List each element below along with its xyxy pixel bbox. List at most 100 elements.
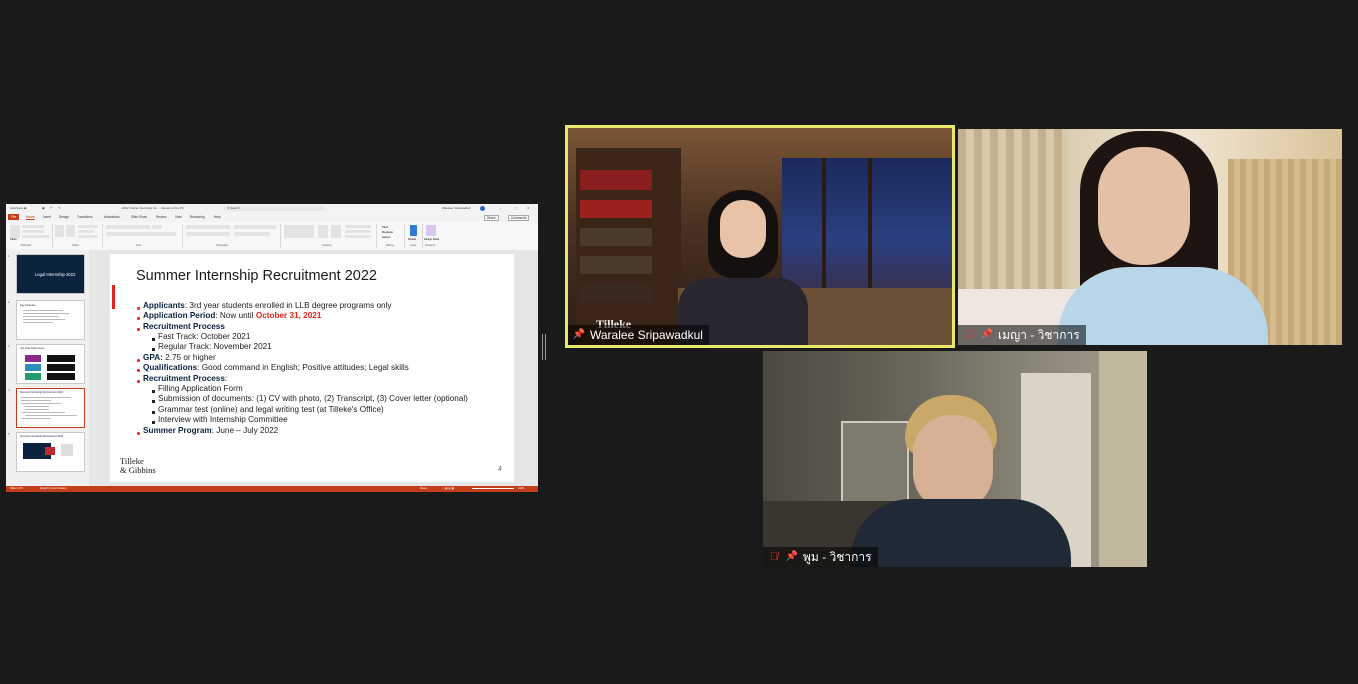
participant-name: พูม - วิชาการ	[803, 550, 872, 564]
paste-button[interactable]	[10, 225, 20, 238]
copy-button[interactable]	[22, 230, 44, 233]
save-icon[interactable]: ▣	[42, 206, 45, 210]
tab-home[interactable]: Home	[26, 215, 35, 219]
thumb-number: 1	[8, 254, 10, 258]
slide-thumbnail-4[interactable]: Summer Internship Recruitment 2022	[16, 388, 85, 428]
slide-thumbnail-3[interactable]: Our Internship Focus	[16, 344, 85, 384]
thumb-number: 5	[8, 432, 10, 436]
text-direction-button[interactable]	[234, 225, 276, 229]
search-placeholder: Search	[230, 206, 240, 210]
shared-screen: AutoSave ◉ ▣ ↶ ↷ 2022 Online Internship …	[6, 204, 538, 492]
video-tile-active-speaker[interactable]: Tilleke 📌 Waralee Sripawadkul	[565, 125, 955, 348]
design-ideas-button[interactable]	[426, 225, 436, 236]
thumb-number: 3	[8, 344, 10, 348]
video-tile-participant-2[interactable]: 🎙̸ 📌 เมญา - วิชาการ	[958, 129, 1342, 345]
zoom-slider[interactable]	[472, 488, 514, 489]
font-name-select[interactable]	[106, 225, 150, 229]
zoom-level[interactable]: 119%	[518, 487, 524, 490]
replace-button[interactable]: Replace	[382, 230, 393, 234]
comments-button[interactable]: Comments	[508, 215, 530, 221]
search-box[interactable]: ⚲ Search	[224, 206, 324, 211]
reuse-slides-button[interactable]	[66, 225, 75, 237]
tab-view[interactable]: View	[175, 215, 182, 219]
tab-file[interactable]: File	[8, 214, 20, 220]
pin-icon[interactable]: 📌	[572, 325, 586, 345]
format-painter-button[interactable]	[22, 235, 50, 238]
thumb-title: Our Internship Focus	[20, 347, 45, 350]
shapes-gallery[interactable]	[284, 225, 314, 238]
bullet-application-period: Application Period: Now until October 31…	[143, 311, 322, 320]
step-item: Submission of documents: (1) CV with pho…	[158, 394, 468, 403]
language-indicator[interactable]: English (United States)	[40, 487, 67, 490]
panel-resize-handle[interactable]	[541, 334, 547, 360]
tab-transitions[interactable]: Transitions	[77, 215, 92, 219]
muted-mic-icon[interactable]: 🎙̸	[767, 547, 781, 567]
pin-icon[interactable]: 📌	[980, 325, 994, 345]
maximize-icon[interactable]: ▢	[514, 206, 517, 210]
new-slide-button[interactable]	[55, 225, 64, 237]
thumb-number: 4	[8, 388, 10, 392]
group-voice: Voice	[410, 244, 417, 247]
slide-thumbnail-pane: 1 Legal Internship 2022 2 Key Features 3…	[6, 250, 89, 486]
redo-icon[interactable]: ↷	[58, 206, 61, 210]
tab-slide-show[interactable]: Slide Show	[131, 215, 147, 219]
shape-effects-button[interactable]	[345, 235, 371, 238]
bullet-regular-track: Regular Track: November 2021	[158, 342, 272, 351]
thumb-title: Key Features	[20, 304, 36, 307]
share-button[interactable]: Share	[484, 215, 499, 221]
notes-button[interactable]: Notes	[420, 487, 427, 490]
font-format-buttons[interactable]	[106, 232, 176, 236]
shape-outline-button[interactable]	[345, 230, 371, 233]
select-button[interactable]: Select	[382, 235, 390, 239]
paste-label: Paste	[10, 238, 17, 241]
logo-line-2: & Gibbins	[120, 465, 156, 475]
reset-button[interactable]	[78, 230, 94, 233]
slide-thumbnail-2[interactable]: Key Features	[16, 300, 85, 340]
user-name[interactable]: Waralee Sripawadkul	[442, 206, 470, 210]
find-button[interactable]: Find	[382, 225, 388, 229]
participant-name-tag: 📌 Waralee Sripawadkul	[568, 325, 709, 345]
thumb-title: Summer Internship Recruitment 2022	[20, 435, 64, 438]
thumb-title: Legal Internship 2022	[35, 272, 76, 277]
cut-button[interactable]	[22, 225, 44, 228]
tab-insert[interactable]: Insert	[43, 215, 51, 219]
quick-styles-button[interactable]	[331, 225, 341, 238]
ribbon: Paste Clipboard Slides Font Paragraph Dr…	[6, 222, 538, 251]
current-slide[interactable]: Summer Internship Recruitment 2022 Appli…	[110, 254, 514, 482]
autosave-toggle[interactable]: AutoSave ◉	[10, 206, 26, 210]
powerpoint-title-bar: AutoSave ◉ ▣ ↶ ↷ 2022 Online Internship …	[6, 204, 538, 213]
step-item: Grammar test (online) and legal writing …	[158, 405, 384, 414]
tab-recording[interactable]: Recording	[190, 215, 205, 219]
convert-smartart-button[interactable]	[234, 232, 270, 236]
align-buttons[interactable]	[186, 232, 230, 236]
shape-fill-button[interactable]	[345, 225, 371, 228]
section-button[interactable]	[78, 235, 98, 238]
slide-thumbnail-1[interactable]: Legal Internship 2022	[16, 254, 85, 294]
tab-review[interactable]: Review	[156, 215, 166, 219]
close-icon[interactable]: ✕	[527, 206, 530, 210]
layout-button[interactable]	[78, 225, 98, 228]
bullet-fast-track: Fast Track: October 2021	[158, 332, 251, 341]
slide-count: Slide 4 of 5	[10, 487, 23, 490]
avatar[interactable]	[480, 206, 485, 211]
participant-name: เมญา - วิชาการ	[998, 328, 1080, 342]
window-title: 2022 Online Internship for... - Saved to…	[122, 206, 184, 210]
group-designer: Designer	[425, 244, 436, 247]
dictate-button[interactable]	[410, 225, 417, 236]
video-tile-participant-3[interactable]: 🎙̸ 📌 พูม - วิชาการ	[763, 351, 1147, 567]
tab-design[interactable]: Design	[59, 215, 69, 219]
group-editing: Editing	[386, 244, 394, 247]
pin-icon[interactable]: 📌	[785, 547, 799, 567]
muted-mic-icon[interactable]: 🎙̸	[962, 325, 976, 345]
minimize-icon[interactable]: –	[500, 206, 502, 210]
bullet-gpa: GPA: 2.75 or higher	[143, 353, 216, 362]
view-buttons[interactable]: ▭ ▦ ▤ ▣	[442, 487, 454, 490]
list-buttons[interactable]	[186, 225, 230, 229]
arrange-button[interactable]	[318, 225, 328, 238]
tab-animations[interactable]: Animations	[104, 215, 120, 219]
font-size-select[interactable]	[152, 225, 162, 229]
tab-help[interactable]: Help	[214, 215, 221, 219]
undo-icon[interactable]: ↶	[50, 206, 53, 210]
group-slides: Slides	[72, 244, 80, 247]
slide-thumbnail-5[interactable]: Summer Internship Recruitment 2022	[16, 432, 85, 472]
